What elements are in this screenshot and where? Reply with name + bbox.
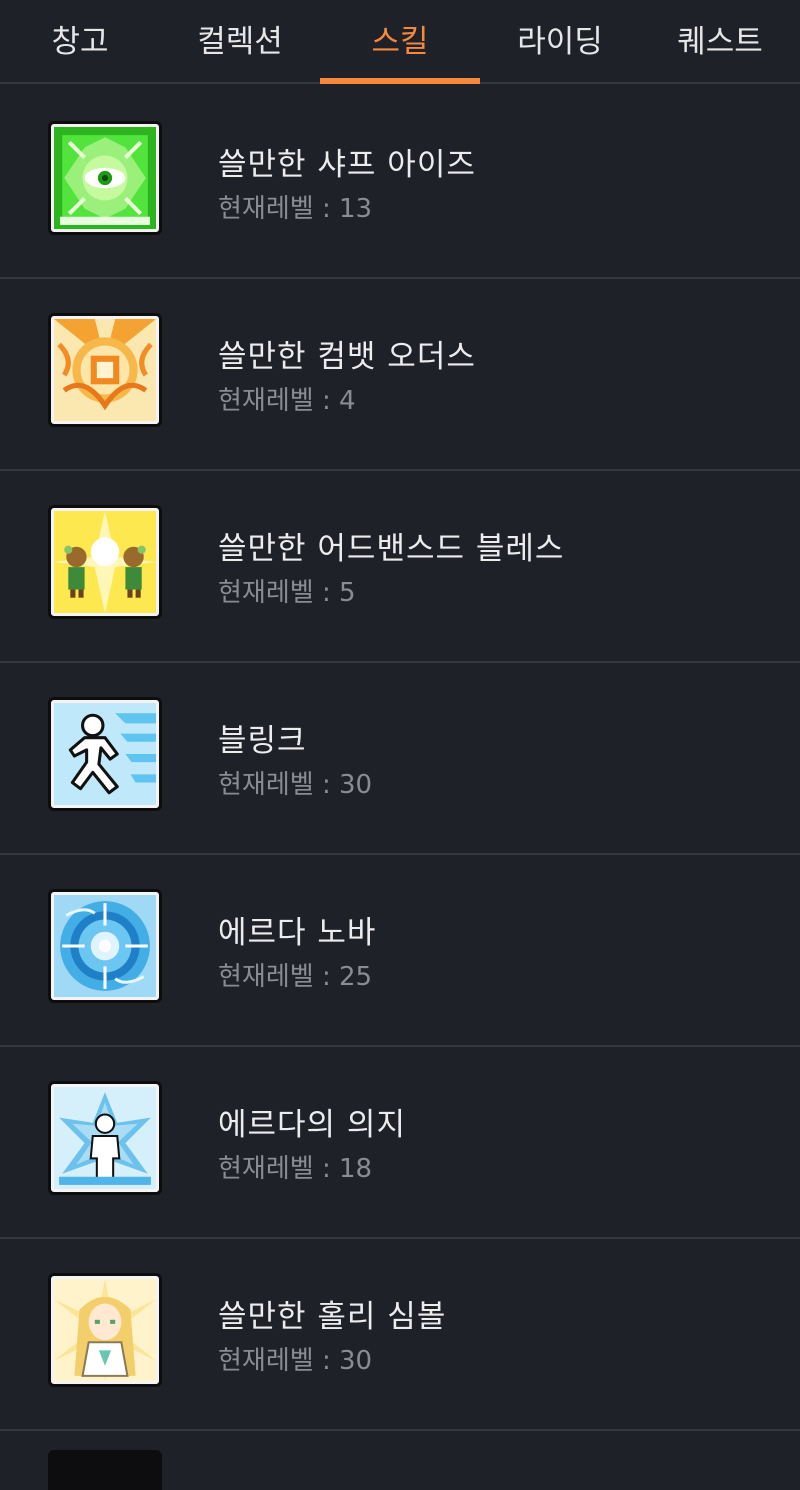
skill-row[interactable]: 쓸만한 컴뱃 오더스 현재레벨 : 4: [0, 279, 800, 471]
skill-list: 쓸만한 샤프 아이즈 현재레벨 : 13 쓸만한 컴뱃 오더스 현재레벨 : 4: [0, 87, 800, 1431]
skill-level: 현재레벨 : 30: [218, 1346, 373, 1376]
skill-row-partial[interactable]: [0, 1427, 800, 1490]
skill-name: 쓸만한 컴뱃 오더스: [218, 339, 476, 375]
sharp-eyes-icon: [48, 121, 162, 235]
advanced-blessing-icon: [48, 505, 162, 619]
skill-name: 쓸만한 홀리 심볼: [218, 1299, 447, 1335]
tab-bar: 창고 컬렉션 스킬 라이딩 퀘스트: [0, 0, 800, 84]
tab-riding[interactable]: 라이딩: [480, 0, 640, 82]
skill-icon-partial: [48, 1450, 162, 1490]
skill-name: 쓸만한 어드밴스드 블레스: [218, 531, 565, 567]
skill-row[interactable]: 블링크 현재레벨 : 30: [0, 663, 800, 855]
will-of-erda-icon: [48, 1081, 162, 1195]
skill-row[interactable]: 에르다의 의지 현재레벨 : 18: [0, 1047, 800, 1239]
skill-name: 쓸만한 샤프 아이즈: [218, 147, 476, 183]
blink-icon: [48, 697, 162, 811]
erda-nova-icon: [48, 889, 162, 1003]
skill-row[interactable]: 쓸만한 어드밴스드 블레스 현재레벨 : 5: [0, 471, 800, 663]
tab-quest[interactable]: 퀘스트: [640, 0, 800, 82]
skill-level: 현재레벨 : 13: [218, 194, 373, 224]
skill-row[interactable]: 쓸만한 샤프 아이즈 현재레벨 : 13: [0, 87, 800, 279]
skill-level: 현재레벨 : 25: [218, 962, 373, 992]
skill-level: 현재레벨 : 18: [218, 1154, 373, 1184]
holy-symbol-icon: [48, 1273, 162, 1387]
skill-name: 에르다 노바: [218, 915, 377, 951]
tab-storage[interactable]: 창고: [0, 0, 160, 82]
skill-level: 현재레벨 : 30: [218, 770, 373, 800]
skill-name: 블링크: [218, 723, 307, 759]
tab-collection[interactable]: 컬렉션: [160, 0, 320, 82]
skill-row[interactable]: 에르다 노바 현재레벨 : 25: [0, 855, 800, 1047]
skill-name: 에르다의 의지: [218, 1107, 406, 1143]
skill-row[interactable]: 쓸만한 홀리 심볼 현재레벨 : 30: [0, 1239, 800, 1431]
skill-level: 현재레벨 : 5: [218, 578, 356, 608]
tab-skill[interactable]: 스킬: [320, 0, 480, 84]
combat-orders-icon: [48, 313, 162, 427]
skill-level: 현재레벨 : 4: [218, 386, 356, 416]
